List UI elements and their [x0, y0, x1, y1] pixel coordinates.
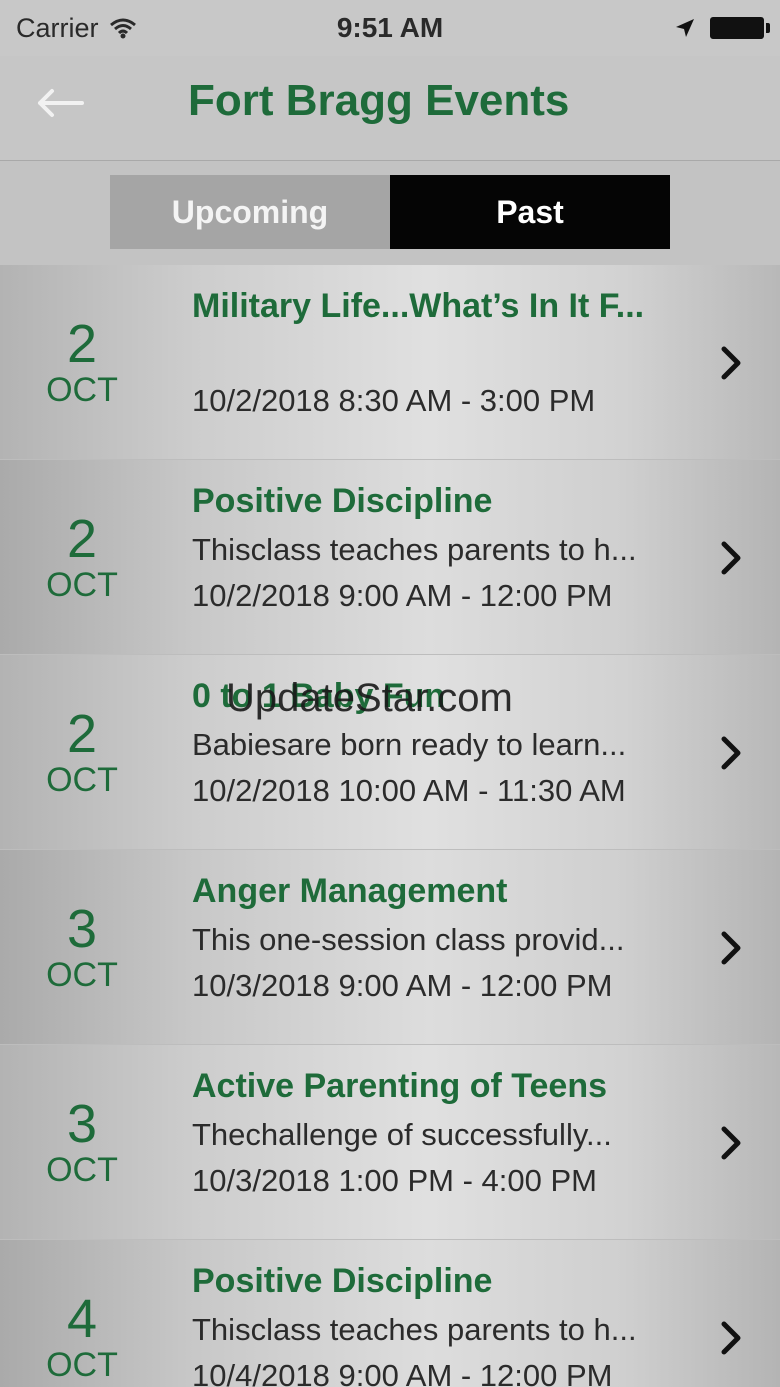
event-title: Positive Discipline — [192, 482, 493, 520]
event-row[interactable]: 2 OCT Military Life...What’s In It F... … — [0, 265, 780, 460]
status-right — [674, 17, 770, 39]
event-time: 10/2/2018 9:00 AM - 12:00 PM — [192, 578, 613, 613]
event-description: Thisclass teaches parents to h... — [192, 532, 637, 567]
event-time: 10/3/2018 1:00 PM - 4:00 PM — [192, 1163, 597, 1198]
event-time: 10/2/2018 8:30 AM - 3:00 PM — [192, 383, 596, 418]
chevron-right-icon — [721, 931, 741, 965]
location-arrow-icon — [676, 19, 694, 37]
carrier-label: Carrier — [16, 12, 99, 43]
event-date: 2 OCT — [20, 460, 144, 655]
status-left: Carrier — [16, 13, 137, 44]
event-time: 10/2/2018 10:00 AM - 11:30 AM — [192, 773, 626, 808]
event-title: Active Parenting of Teens — [192, 1067, 608, 1105]
wifi-icon — [109, 18, 136, 39]
event-title: Military Life...What’s In It F... — [192, 287, 645, 325]
navigation-bar: Fort Bragg Events — [0, 56, 780, 161]
back-button[interactable] — [30, 78, 90, 128]
event-day: 2 — [66, 313, 98, 374]
event-row[interactable]: 4 OCT Positive Discipline Thisclass teac… — [0, 1240, 780, 1387]
event-time: 10/4/2018 9:00 AM - 12:00 PM — [192, 1358, 613, 1387]
event-month: OCT — [46, 565, 118, 604]
event-title: Anger Management — [192, 872, 508, 910]
segmented-control: Upcoming Past — [110, 175, 670, 249]
battery-icon — [710, 17, 770, 39]
event-day: 3 — [66, 1093, 98, 1154]
event-list: 2 OCT Military Life...What’s In It F... … — [0, 265, 780, 1387]
chevron-right-icon — [721, 736, 741, 770]
event-description: This one-session class provid... — [192, 922, 625, 957]
back-arrow-icon — [38, 89, 84, 117]
event-month: OCT — [46, 1150, 118, 1189]
event-row[interactable]: 2 OCT Positive Discipline Thisclass teac… — [0, 460, 780, 655]
event-day: 4 — [66, 1288, 98, 1349]
event-day: 3 — [66, 898, 98, 959]
chevron-right-icon — [721, 1321, 741, 1355]
chevron-right-icon — [721, 346, 741, 380]
event-description: Babiesare born ready to learn... — [192, 727, 627, 762]
event-time: 10/3/2018 9:00 AM - 12:00 PM — [192, 968, 613, 1003]
event-title: Positive Discipline — [192, 1262, 493, 1300]
chevron-right-icon — [721, 1126, 741, 1160]
event-date: 2 OCT — [20, 265, 144, 460]
chevron-right-icon — [721, 541, 741, 575]
page-title: Fort Bragg Events — [188, 76, 570, 125]
event-row[interactable]: 2 OCT 0 to 1 Baby Fun Babiesare born rea… — [0, 655, 780, 850]
event-date: 3 OCT — [20, 850, 144, 1045]
segment-bar: Upcoming Past — [0, 161, 780, 265]
event-month: OCT — [46, 760, 118, 799]
event-row[interactable]: 3 OCT Active Parenting of Teens Thechall… — [0, 1045, 780, 1240]
event-row[interactable]: 3 OCT Anger Management This one-session … — [0, 850, 780, 1045]
event-title: 0 to 1 Baby Fun — [192, 677, 446, 715]
event-date: 2 OCT — [20, 655, 144, 850]
event-date: 3 OCT — [20, 1045, 144, 1240]
event-date: 4 OCT — [20, 1240, 144, 1387]
tab-upcoming[interactable]: Upcoming — [110, 175, 390, 249]
event-month: OCT — [46, 955, 118, 994]
tab-past[interactable]: Past — [390, 175, 670, 249]
event-month: OCT — [46, 1345, 118, 1384]
event-month: OCT — [46, 370, 118, 409]
event-description: Thechallenge of successfully... — [192, 1117, 612, 1152]
event-description: Thisclass teaches parents to h... — [192, 1312, 637, 1347]
status-bar: Carrier 9:51 AM — [0, 0, 780, 56]
event-day: 2 — [66, 508, 98, 569]
event-day: 2 — [66, 703, 98, 764]
